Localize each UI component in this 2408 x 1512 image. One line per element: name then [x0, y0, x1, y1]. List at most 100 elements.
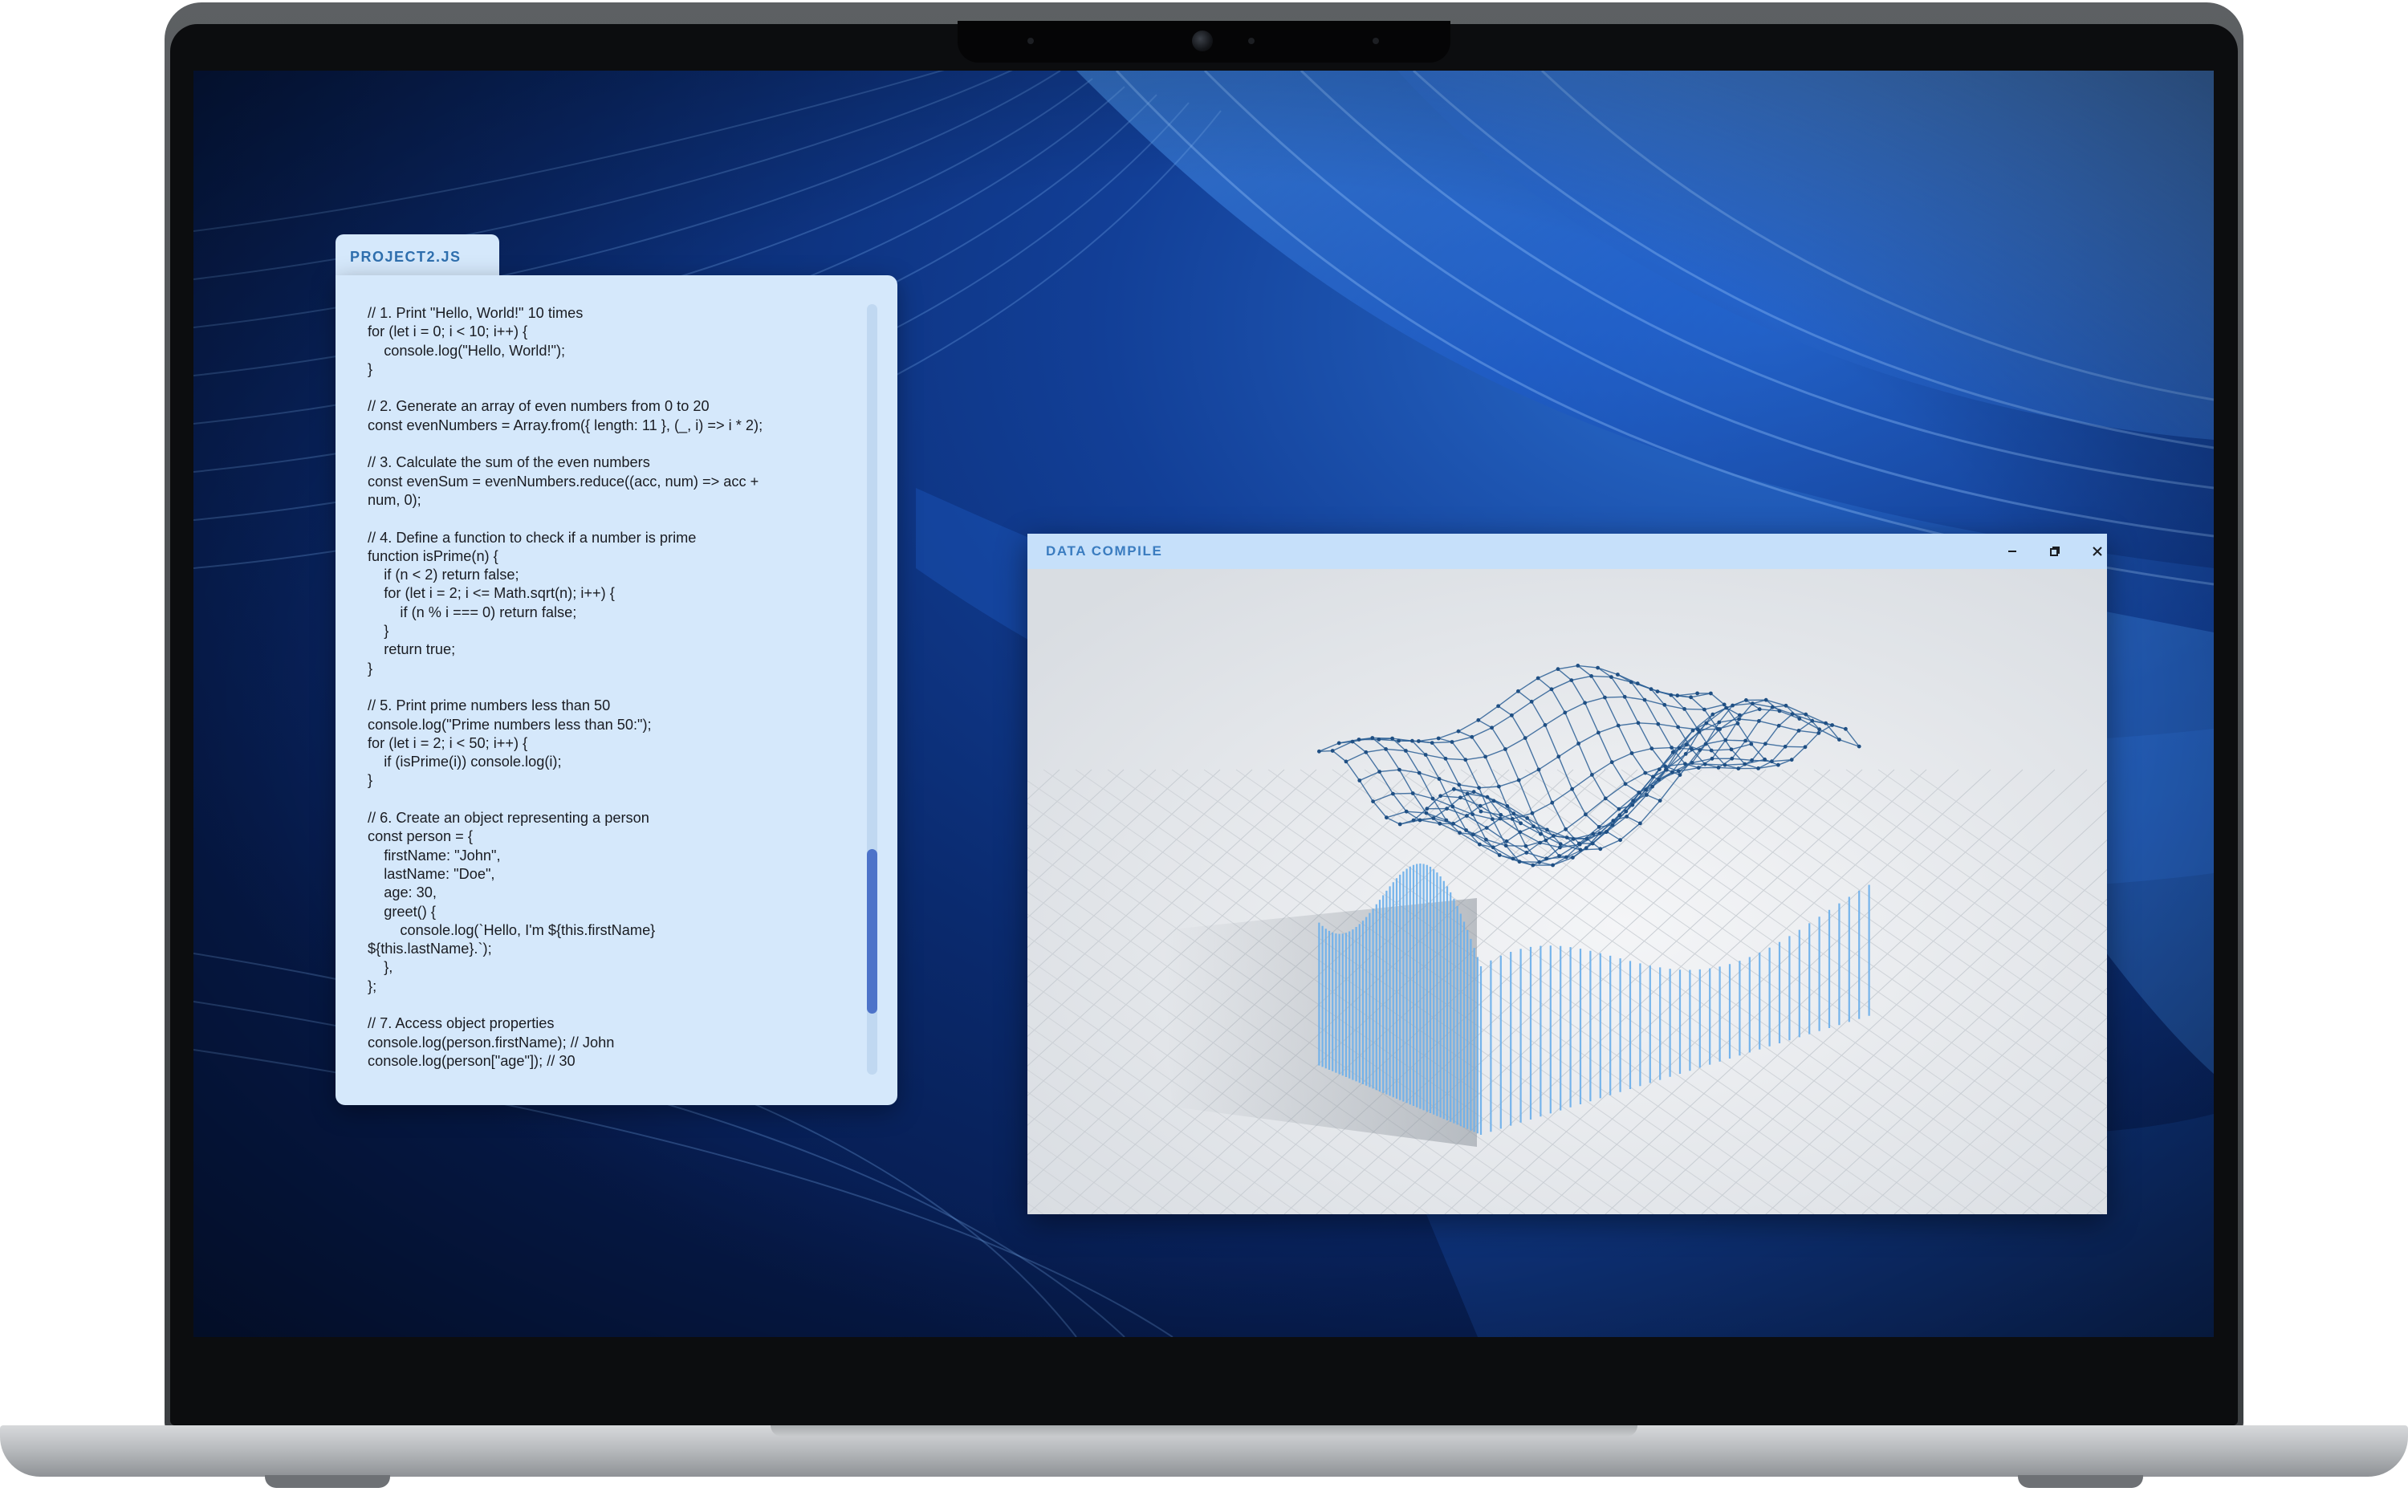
mesh-node — [1505, 804, 1510, 808]
close-button[interactable] — [2084, 538, 2107, 565]
restore-icon — [2050, 547, 2060, 556]
mesh-node — [1523, 843, 1528, 848]
mesh-node — [1597, 730, 1601, 735]
mesh-node — [1637, 791, 1641, 795]
mesh-node — [1715, 727, 1720, 731]
mesh-node — [1677, 769, 1681, 774]
close-icon — [2093, 547, 2102, 556]
mesh-node — [1377, 770, 1381, 774]
mesh-node — [1710, 756, 1714, 761]
minimize-button[interactable] — [1999, 538, 2026, 565]
mesh-node — [1518, 830, 1523, 835]
code-editor-window[interactable]: // 1. Print "Hello, World!" 10 times for… — [336, 275, 897, 1105]
mesh-node — [1623, 782, 1628, 786]
mesh-node — [1357, 738, 1361, 742]
mesh-node — [1803, 745, 1808, 750]
mesh-node — [1737, 717, 1741, 721]
mesh-node — [1498, 816, 1503, 821]
mesh-node — [1702, 762, 1707, 766]
mesh-node — [1543, 723, 1548, 727]
mesh-node — [1529, 699, 1534, 704]
mesh-node — [1604, 830, 1609, 835]
mesh-node — [1649, 687, 1653, 691]
mesh-node — [1564, 827, 1568, 831]
webcam-icon — [1192, 30, 1213, 51]
mesh-node — [1670, 746, 1674, 750]
editor-tab-label: PROJECT2.JS — [350, 248, 462, 265]
mesh-node — [1611, 819, 1616, 823]
mesh-node — [1458, 831, 1462, 835]
mesh-node — [1658, 767, 1662, 771]
mesh-node — [1743, 762, 1747, 766]
mesh-node — [1511, 856, 1515, 861]
mesh-node — [1536, 676, 1540, 681]
mesh-node — [1478, 803, 1483, 808]
mesh-node — [1499, 813, 1503, 817]
mesh-node — [1631, 799, 1635, 803]
mesh-node — [1663, 764, 1667, 769]
mesh-node — [1730, 756, 1735, 761]
mesh-node — [1751, 701, 1755, 705]
mesh-node — [1410, 738, 1414, 743]
mesh-node — [1716, 766, 1721, 770]
mesh-node — [1430, 796, 1435, 801]
mesh-node — [1525, 816, 1529, 820]
restore-button[interactable] — [2041, 538, 2068, 565]
mesh-node — [1516, 689, 1520, 693]
mesh-node — [1670, 770, 1674, 774]
mesh-node — [1570, 786, 1574, 791]
mesh-node — [1524, 851, 1529, 855]
mesh-node — [1344, 759, 1348, 764]
mesh-node — [1635, 681, 1640, 685]
mesh-node — [1558, 845, 1562, 850]
mesh-node — [1564, 855, 1568, 860]
mesh-node — [1485, 795, 1490, 799]
mesh-node — [1578, 847, 1583, 852]
mesh-node — [1682, 707, 1686, 711]
mesh-node — [1651, 774, 1655, 779]
mesh-node — [1471, 832, 1475, 837]
mesh-node — [1564, 835, 1569, 839]
mesh-node — [1644, 787, 1648, 792]
mesh-node — [1657, 778, 1661, 782]
mesh-node — [1723, 762, 1727, 767]
mesh-node — [1704, 721, 1709, 726]
mesh-node — [1749, 742, 1754, 746]
mesh-node — [1763, 742, 1767, 746]
mesh-node — [1658, 799, 1662, 803]
scrollbar-thumb[interactable] — [867, 849, 877, 1014]
mesh-node — [1490, 726, 1494, 730]
mesh-node — [1603, 695, 1607, 700]
mesh-node — [1336, 741, 1341, 746]
mesh-node — [1784, 703, 1788, 708]
mesh-node — [1577, 841, 1581, 846]
mesh-node — [1544, 838, 1548, 843]
mesh-node — [1569, 678, 1574, 682]
mesh-node — [1511, 811, 1516, 816]
mesh-node — [1662, 702, 1667, 707]
mesh-node — [1683, 762, 1687, 766]
mesh-node — [1770, 705, 1775, 709]
code-content[interactable]: // 1. Print "Hello, World!" 10 times for… — [368, 304, 849, 1071]
mesh-node — [1723, 738, 1728, 742]
mesh-node — [1330, 749, 1335, 753]
mesh-node — [1452, 786, 1456, 791]
mesh-node — [1437, 777, 1442, 781]
window-titlebar[interactable]: DATA COMPILE — [1027, 534, 2107, 569]
mesh-node — [1675, 693, 1680, 698]
mesh-node — [1744, 698, 1748, 702]
mesh-node — [1750, 758, 1754, 762]
mesh-node — [1450, 804, 1455, 809]
mesh-node — [1610, 823, 1615, 827]
mesh-node — [1590, 773, 1594, 777]
editor-tab[interactable]: PROJECT2.JS — [336, 234, 499, 279]
mesh-node — [1643, 770, 1648, 775]
mesh-node — [1576, 742, 1580, 746]
mesh-node — [1783, 744, 1788, 749]
mesh-node — [1664, 767, 1668, 772]
mesh-node — [1371, 799, 1375, 803]
mesh-node — [1596, 665, 1600, 670]
mesh-node — [1597, 831, 1602, 835]
mesh-node — [1496, 704, 1500, 709]
mesh-node — [1642, 697, 1647, 702]
